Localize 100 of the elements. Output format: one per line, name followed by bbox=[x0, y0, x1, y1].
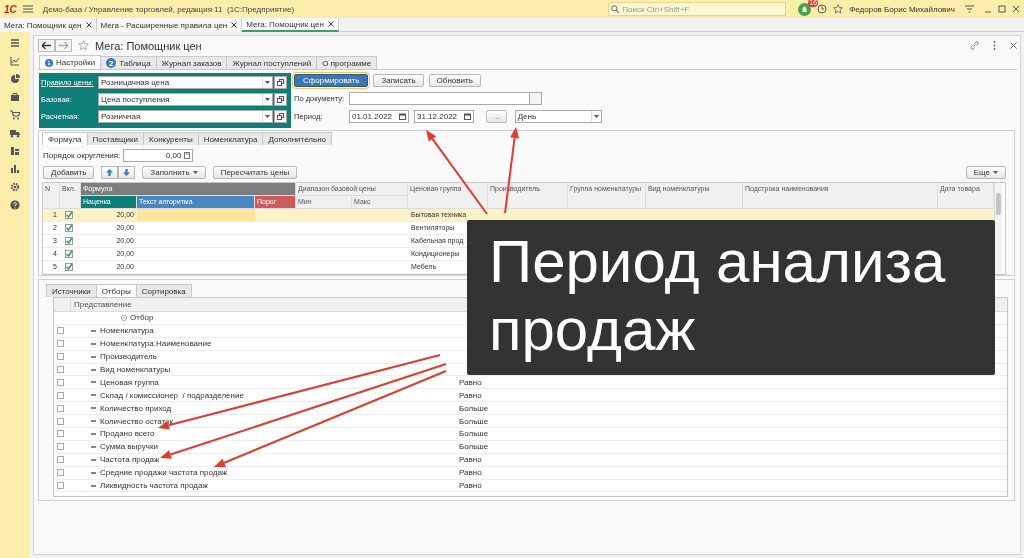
tab[interactable]: Конкуренты bbox=[143, 132, 199, 145]
action-button[interactable]: Записать bbox=[373, 74, 424, 87]
tab[interactable]: Журнал заказов bbox=[155, 56, 228, 69]
checkbox[interactable] bbox=[57, 378, 64, 386]
combo-field[interactable]: Цена поступления bbox=[98, 93, 273, 106]
history-icon bbox=[817, 4, 828, 14]
checkbox[interactable] bbox=[57, 417, 64, 425]
tab[interactable]: Формула bbox=[42, 132, 88, 145]
move-down-button[interactable] bbox=[118, 165, 136, 179]
help-icon[interactable] bbox=[10, 200, 20, 210]
add-button[interactable]: Добавить bbox=[43, 165, 95, 179]
filter-field: Сумма выручки bbox=[100, 442, 158, 452]
checked-checkbox-icon[interactable] bbox=[65, 224, 73, 232]
checkbox[interactable] bbox=[57, 456, 64, 464]
left-arrow-icon bbox=[42, 42, 51, 49]
pie-chart-icon[interactable] bbox=[10, 74, 20, 84]
dropdown-caret-icon bbox=[265, 81, 270, 84]
open-button[interactable] bbox=[274, 110, 287, 123]
truck-icon[interactable] bbox=[10, 128, 20, 138]
star-icon[interactable] bbox=[78, 40, 89, 51]
dash-icon bbox=[91, 432, 96, 435]
tab[interactable]: Поставщики bbox=[86, 132, 144, 145]
window-tab[interactable]: Мега: Помощник цен bbox=[0, 18, 97, 32]
filter-field: Ликвидность частота продаж bbox=[100, 481, 208, 490]
stack-icon[interactable] bbox=[10, 146, 20, 156]
line-chart-icon[interactable] bbox=[10, 56, 20, 66]
rounding-field[interactable]: 0,00 bbox=[123, 149, 194, 162]
checkbox[interactable] bbox=[57, 443, 64, 451]
right-arrow-icon bbox=[59, 42, 68, 49]
cart-icon[interactable] bbox=[10, 110, 20, 120]
date-field[interactable]: 01.01.2022 bbox=[349, 110, 409, 123]
calculator-icon bbox=[184, 152, 191, 159]
filter-field: Номенклатура bbox=[100, 326, 154, 336]
checkbox[interactable] bbox=[57, 391, 64, 399]
window-tab[interactable]: Мега - Расширенные правила цен bbox=[96, 18, 243, 32]
checkbox[interactable] bbox=[57, 340, 64, 348]
checked-checkbox-icon[interactable] bbox=[65, 263, 73, 271]
dash-icon bbox=[91, 458, 96, 461]
filter-condition: Равно bbox=[459, 468, 482, 478]
filter-field: Продано всего bbox=[100, 429, 155, 439]
tab[interactable]: Настройки bbox=[39, 55, 102, 69]
link-icon bbox=[970, 41, 979, 50]
close-icon bbox=[1010, 42, 1017, 49]
window-tab[interactable]: Мега: Помощник цен bbox=[242, 18, 339, 32]
checked-checkbox-icon[interactable] bbox=[65, 237, 73, 245]
dash-icon bbox=[91, 407, 96, 410]
action-button[interactable]: Обновить bbox=[428, 74, 481, 87]
bar-chart-icon[interactable] bbox=[10, 164, 20, 174]
filter-condition: Больше bbox=[459, 416, 489, 426]
open-button[interactable] bbox=[274, 93, 287, 106]
tab[interactable]: Номенклатура bbox=[197, 132, 264, 145]
tab[interactable]: Дополнительно bbox=[262, 132, 333, 145]
move-up-button[interactable] bbox=[101, 165, 119, 179]
checkbox[interactable] bbox=[57, 482, 64, 489]
date-field[interactable]: 31.12.2022 bbox=[414, 110, 474, 123]
squares-icon bbox=[277, 79, 284, 86]
back-button[interactable] bbox=[38, 39, 55, 52]
recalculate-button[interactable]: Пересчитать цены bbox=[212, 165, 298, 179]
filter-field: Склад / комиссионер / подразделение bbox=[100, 390, 244, 400]
search-field[interactable]: Поиск Ctrl+Shift+F bbox=[608, 2, 787, 16]
filter-condition: Равно bbox=[459, 455, 482, 465]
checkbox[interactable] bbox=[57, 430, 64, 438]
filter-field: Количество приход bbox=[100, 403, 172, 413]
select-period-button[interactable]: ... bbox=[486, 110, 507, 123]
bag-icon[interactable] bbox=[10, 92, 20, 102]
tab[interactable]: Отборы bbox=[95, 284, 137, 297]
combo-field[interactable]: Розницачная цена bbox=[98, 76, 273, 89]
menu-icon[interactable] bbox=[10, 38, 20, 48]
document-field[interactable] bbox=[349, 92, 542, 105]
more-button[interactable]: Еще bbox=[965, 165, 1006, 179]
tab[interactable]: О программе bbox=[316, 56, 378, 69]
filter-condition: Больше bbox=[459, 429, 489, 439]
user-name[interactable]: Федоров Борис Михайлович bbox=[849, 4, 955, 14]
checkbox[interactable] bbox=[57, 469, 64, 477]
checkbox[interactable] bbox=[57, 366, 64, 373]
dropdown-caret-icon bbox=[993, 170, 998, 174]
checked-checkbox-icon[interactable] bbox=[65, 250, 73, 258]
checkbox[interactable] bbox=[57, 404, 64, 412]
filter-field: Производитель bbox=[100, 352, 157, 362]
checked-checkbox-icon[interactable] bbox=[65, 211, 73, 219]
more-icon bbox=[993, 41, 996, 50]
dash-icon bbox=[91, 342, 96, 345]
combo-field[interactable]: Розничная bbox=[98, 110, 273, 123]
star-icon bbox=[833, 4, 844, 14]
dash-icon bbox=[91, 471, 96, 474]
checkbox[interactable] bbox=[57, 327, 64, 335]
fill-button[interactable]: Заполнить bbox=[142, 165, 206, 179]
tab[interactable]: Журнал поступлений bbox=[226, 56, 318, 69]
tab[interactable]: 2 Таблица bbox=[100, 56, 157, 69]
tab[interactable]: Источники bbox=[46, 284, 97, 297]
dropdown-caret-icon bbox=[265, 115, 270, 118]
checkbox[interactable] bbox=[57, 353, 64, 361]
dash-icon bbox=[91, 420, 96, 423]
dash-icon bbox=[91, 329, 96, 332]
period-step-field[interactable]: День bbox=[514, 110, 602, 123]
squares-icon bbox=[277, 113, 284, 120]
field-label: Порядок округления: bbox=[43, 151, 121, 160]
open-button[interactable] bbox=[274, 76, 287, 89]
tab[interactable]: Сортировка bbox=[135, 284, 192, 297]
action-button[interactable]: Сформировать bbox=[294, 74, 369, 87]
